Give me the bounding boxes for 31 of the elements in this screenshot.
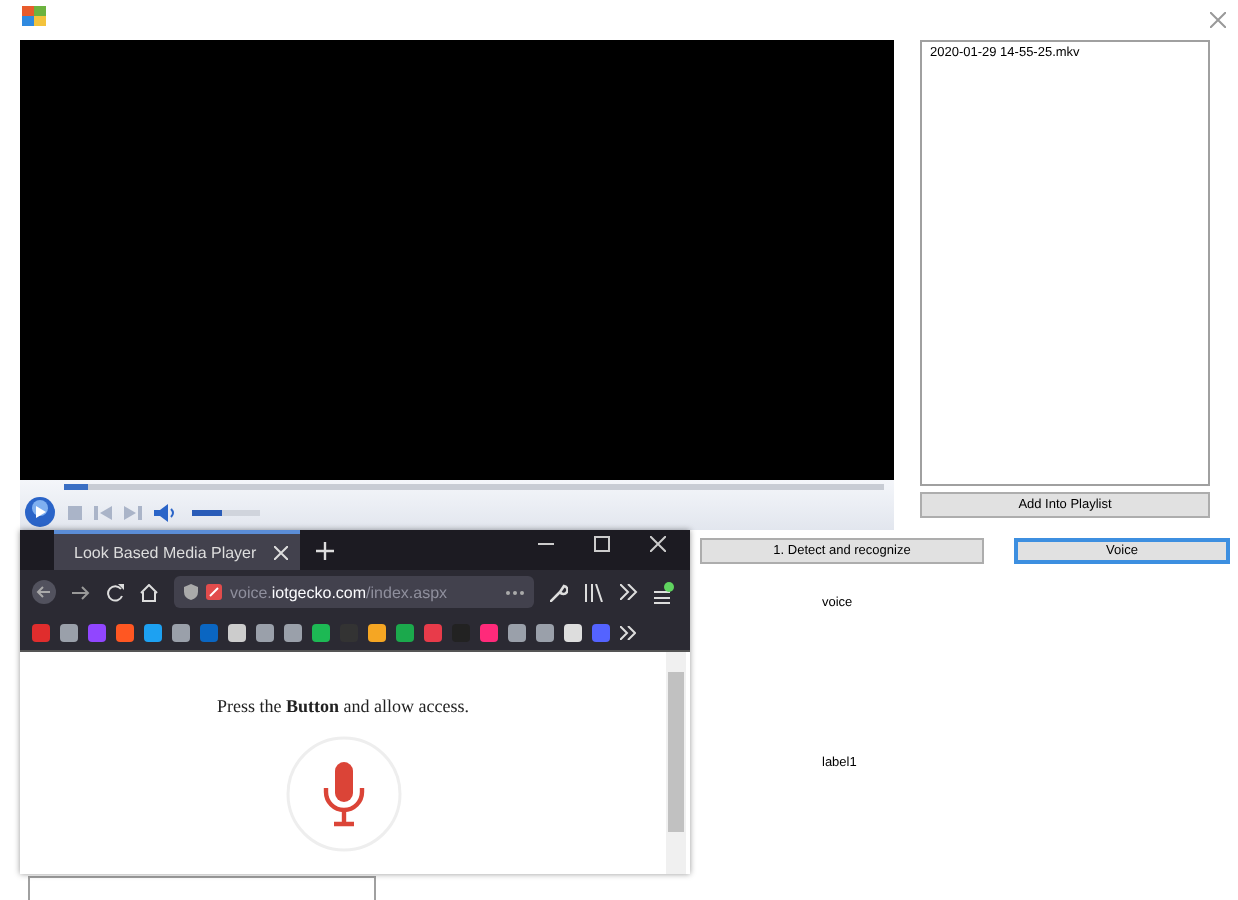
chevrons-icon	[620, 625, 636, 639]
reload-icon	[106, 583, 124, 601]
back-icon	[32, 580, 56, 604]
forward-icon	[72, 583, 90, 601]
library-icon	[584, 583, 604, 601]
close-icon	[1210, 12, 1226, 28]
microphone-button-icon	[286, 736, 402, 852]
home-icon	[140, 583, 158, 601]
instruction-text: Press the Button and allow access.	[215, 696, 471, 716]
text-field[interactable]	[28, 876, 376, 900]
menu-icon	[654, 581, 674, 603]
seek-slider[interactable]	[64, 484, 884, 490]
previous-icon	[94, 505, 112, 519]
address-bar[interactable]: voice.iotgecko.com/index.aspx	[174, 576, 534, 608]
browser-tab[interactable]: Look Based Media Player	[54, 530, 300, 570]
shield-icon	[184, 584, 198, 600]
more-icon	[506, 589, 524, 595]
chevrons-icon	[620, 584, 638, 600]
speaker-icon	[154, 503, 176, 521]
volume-slider[interactable]	[192, 509, 260, 515]
app-icon	[22, 6, 46, 26]
wrench-icon	[550, 583, 568, 601]
scrollbar[interactable]	[666, 652, 686, 874]
new-tab-icon	[316, 542, 334, 560]
maximize-icon	[594, 536, 610, 552]
next-icon	[124, 505, 142, 519]
tab-close-icon	[274, 545, 288, 559]
url-text: voice.iotgecko.com/index.aspx	[230, 583, 450, 601]
close-icon	[650, 536, 666, 552]
play-button-icon	[24, 496, 56, 528]
stop-icon	[68, 505, 82, 519]
